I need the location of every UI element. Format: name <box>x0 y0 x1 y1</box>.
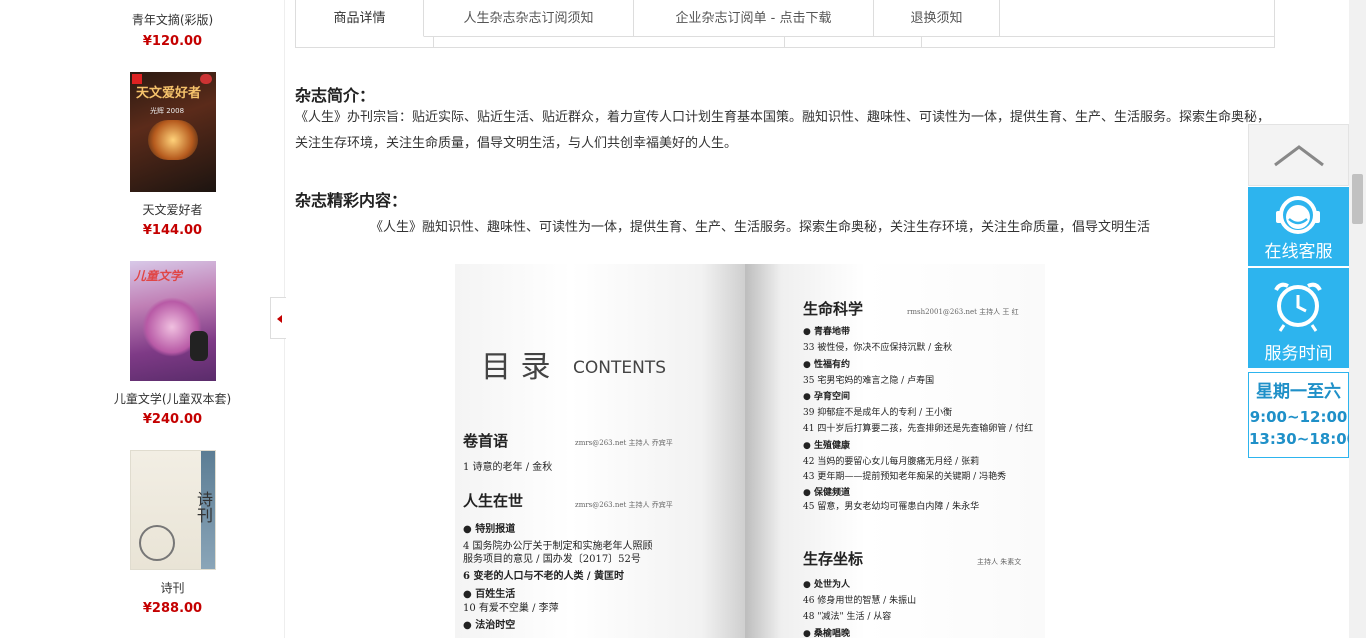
toc-entry: ● 百姓生活 <box>463 589 516 600</box>
toc-entry: ● 孕育空间 <box>803 392 850 402</box>
toc-heading-en: CONTENTS <box>573 358 666 378</box>
toc-entry: 33 被性侵，你决不应保持沉默 / 金秋 <box>803 343 953 353</box>
toc-entry: 43 更年期——提前预知老年痴呆的关键期 / 冯艳秀 <box>803 472 1007 482</box>
rec-item-price: ¥288.00 <box>142 601 203 616</box>
divider <box>433 37 434 47</box>
cover-title: 诗刊 <box>194 491 213 523</box>
chevron-up-icon <box>1274 145 1324 167</box>
tab-product-detail[interactable]: 商品详情 <box>296 0 424 37</box>
collapse-sidebar-button[interactable] <box>270 297 286 339</box>
toc-entry: ● 法治时空 <box>463 620 516 631</box>
detail-tabs: 商品详情 人生杂志杂志订阅须知 企业杂志订阅单 - 点击下载 退换须知 <box>295 0 1275 48</box>
tab-row-filler <box>1000 0 1274 37</box>
toc-entry: 46 修身用世的智慧 / 朱振山 <box>803 596 917 606</box>
toc-section-meta: zmrs@263.net 主持人 乔宾平 <box>575 439 673 447</box>
magazine-cover-image[interactable]: 儿童文学 <box>130 261 216 381</box>
scrollbar-thumb[interactable] <box>1352 174 1363 224</box>
rec-item-name[interactable]: 儿童文学(儿童双本套) <box>0 390 345 407</box>
headset-icon <box>1276 196 1320 234</box>
service-time-panel: 服务时间 <box>1248 268 1349 368</box>
service-hours: 星期一至六 9:00~12:00 13:30~18:00 <box>1248 372 1358 458</box>
service-hours-am: 9:00~12:00 <box>1249 408 1348 426</box>
toc-entry: 39 抑郁症不是成年人的专利 / 王小衡 <box>803 408 953 418</box>
toc-entry: ● 青春地带 <box>803 327 850 337</box>
rec-item-price: ¥144.00 <box>142 223 203 238</box>
rec-item-name[interactable]: 天文爱好者 <box>0 201 345 218</box>
intro-text: 《人生》办刊宗旨：贴近实际、贴近生活、贴近群众，着力宣传人口计划生育基本国策。融… <box>295 110 1271 151</box>
cover-title: 天文爱好者 <box>136 86 202 101</box>
toc-entry: 6 变老的人口与不老的人类 / 黄匡时 <box>463 571 625 582</box>
tab-subscribe-notice[interactable]: 人生杂志杂志订阅须知 <box>424 0 634 37</box>
toc-entry: ● 保健频道 <box>803 488 850 498</box>
toc-section: 生存坐标 <box>803 550 864 568</box>
toc-section-meta: 主持人 朱素文 <box>977 558 1022 566</box>
toc-entry: ● 处世为人 <box>803 580 850 590</box>
service-hours-pm: 13:30~18:00 <box>1249 430 1358 448</box>
page-right <box>745 264 1045 638</box>
toc-section-meta: rmsh2001@263.net 主持人 王 红 <box>907 308 1019 316</box>
toc-section: 人生在世 <box>463 492 524 510</box>
rec-item-price: ¥120.00 <box>142 34 203 49</box>
toc-entry: ● 生殖健康 <box>803 441 850 451</box>
rec-item-name[interactable]: 诗刊 <box>0 579 345 596</box>
magazine-cover-image[interactable]: 诗刊 <box>130 450 216 570</box>
magazine-contents-image: 目 录 CONTENTS 卷首语 zmrs@263.net 主持人 乔宾平 1 … <box>455 264 1045 638</box>
toc-entry: ● 特别报道 <box>463 524 516 535</box>
page-scrollbar[interactable] <box>1349 0 1366 638</box>
toc-entry: 1 诗意的老年 / 金秋 <box>463 462 553 473</box>
highlights-text: 《人生》融知识性、趣味性、可读性为一体，提供生育、生产、生活服务。探索生命奥秘，… <box>370 220 1151 235</box>
back-to-top-button[interactable] <box>1248 124 1349 186</box>
toc-entry: 10 有爱不空巢 / 李萍 <box>463 603 559 614</box>
magazine-cover-image[interactable]: 天文爱好者 光辉 2008 <box>130 72 216 192</box>
toc-entry: 35 宅男宅妈的难言之隐 / 卢寿国 <box>803 376 935 386</box>
rec-item-price: ¥240.00 <box>142 412 203 427</box>
toc-section-meta: zmrs@263.net 主持人 乔宾平 <box>575 501 673 509</box>
online-service-button[interactable]: 在线客服 <box>1248 187 1349 266</box>
toc-entry: 42 当妈的要留心女儿每月腹痛无月经 / 张莉 <box>803 457 980 467</box>
toc-entry: ● 性福有约 <box>803 360 850 370</box>
toc-entry: 45 留意，男女老幼均可罹患白内障 / 朱永华 <box>803 502 980 512</box>
alarm-clock-icon <box>1274 282 1322 332</box>
tab-enterprise-order[interactable]: 企业杂志订阅单 - 点击下载 <box>634 0 874 37</box>
tab-return-policy[interactable]: 退换须知 <box>874 0 1000 37</box>
cover-title: 儿童文学 <box>134 269 183 283</box>
cover-subtitle: 光辉 2008 <box>150 107 185 115</box>
divider <box>921 37 922 47</box>
recommend-column: 青年文摘(彩版) ¥120.00 天文爱好者 光辉 2008 天文爱好者 ¥14… <box>0 0 285 638</box>
rec-item-name[interactable]: 青年文摘(彩版) <box>0 11 345 28</box>
toc-entry: 48 "减法" 生活 / 从容 <box>803 612 892 622</box>
service-days: 星期一至六 <box>1256 382 1341 402</box>
toc-heading-cn: 目 录 <box>481 350 551 385</box>
toc-entry: 服务项目的意见 / 国办发〔2017〕52号 <box>463 554 641 565</box>
intro-title: 杂志简介： <box>295 86 376 105</box>
online-service-label: 在线客服 <box>1264 242 1333 262</box>
toc-entry: ● 桑榆唱晚 <box>803 629 850 638</box>
highlights-title: 杂志精彩内容： <box>295 191 408 210</box>
divider <box>784 37 785 47</box>
toc-entry: 41 四十岁后打算要二孩，先查排卵还是先查输卵管 / 付红 <box>803 424 1034 434</box>
service-time-label: 服务时间 <box>1264 344 1333 364</box>
caret-left-icon <box>277 315 282 323</box>
toc-section: 卷首语 <box>463 432 509 450</box>
toc-section: 生命科学 <box>803 300 864 318</box>
